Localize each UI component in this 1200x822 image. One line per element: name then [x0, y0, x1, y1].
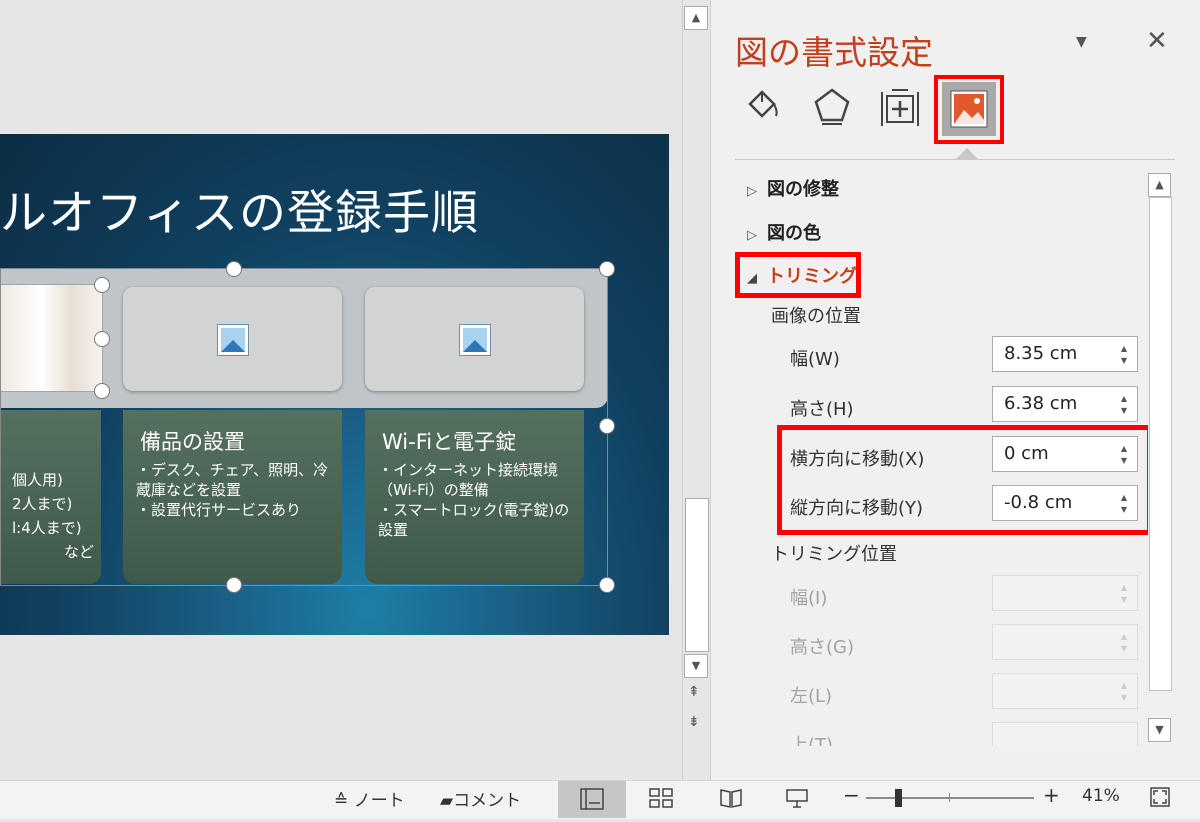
scroll-up-icon[interactable]: ▲ [1148, 173, 1171, 197]
slide-sorter-icon [649, 788, 673, 808]
normal-view-button[interactable] [558, 781, 626, 818]
spin-down-icon: ▼ [1120, 693, 1127, 702]
pane-title: 図の書式設定 [735, 33, 933, 72]
spin-up-icon[interactable]: ▲ [1121, 345, 1127, 353]
width-value[interactable]: 8.35 cm [1004, 343, 1077, 364]
spin-down-icon: ▼ [1120, 644, 1127, 653]
offset-y-spinner[interactable]: -0.8 cm ▲ ▼ [992, 485, 1138, 521]
active-tab-pointer [956, 148, 978, 159]
comments-button[interactable]: ▰コメント [440, 786, 521, 811]
slide-title[interactable]: ルオフィスの登録手順 [0, 174, 479, 243]
zoom-center-tick [949, 793, 950, 802]
notes-button[interactable]: ≙ ノート [334, 786, 405, 811]
size-properties-tab[interactable] [878, 86, 926, 134]
width-label: 幅(W) [790, 349, 840, 370]
fill-line-tab[interactable] [740, 86, 788, 134]
section-label: 図の修整 [767, 179, 839, 200]
slide-sorter-button[interactable] [648, 786, 674, 814]
pane-options-chevron-down-icon[interactable]: ▼ [1076, 34, 1087, 50]
close-icon[interactable]: ✕ [1146, 26, 1168, 56]
zoom-level[interactable]: 41% [1082, 786, 1120, 806]
effects-tab[interactable] [810, 86, 858, 134]
notes-label: ノート [353, 791, 405, 811]
collapse-triangle-icon: ◢ [747, 271, 757, 286]
zoom-slider-thumb[interactable] [895, 789, 902, 807]
crop-width-label: 幅(I) [790, 588, 828, 609]
resize-handle[interactable] [94, 277, 110, 293]
crop-position-heading: トリミング位置 [771, 544, 897, 565]
section-label: 図の色 [767, 223, 821, 244]
scroll-down-icon[interactable]: ▼ [1148, 718, 1171, 742]
spin-up-icon[interactable]: ▲ [1121, 494, 1127, 502]
crop-width-spinner: ▲ ▼ [992, 575, 1138, 611]
resize-handle[interactable] [226, 577, 242, 593]
notes-icon: ≙ [334, 791, 349, 811]
size-layout-icon [881, 89, 919, 126]
expand-triangle-icon: ▷ [747, 228, 757, 243]
image-position-heading: 画像の位置 [771, 306, 861, 327]
crop-height-label: 高さ(G) [790, 637, 854, 658]
pane-scroll-thumb[interactable] [1149, 197, 1172, 691]
resize-handle[interactable] [94, 331, 110, 347]
height-spinner[interactable]: 6.38 cm ▲ ▼ [992, 386, 1138, 422]
previous-slide-icon[interactable]: ⇞ [688, 684, 700, 700]
next-slide-icon[interactable]: ⇟ [688, 714, 700, 730]
scroll-down-icon[interactable]: ▼ [684, 654, 708, 678]
offset-y-label: 縦方向に移動(Y) [790, 498, 924, 519]
reading-view-icon [720, 789, 742, 808]
normal-view-icon [580, 788, 604, 810]
pane-divider [735, 159, 1175, 160]
spin-up-icon: ▲ [1120, 632, 1127, 641]
fit-to-window-button[interactable] [1149, 786, 1171, 812]
pane-clip: 上(T) [770, 722, 1150, 746]
resize-handle[interactable] [599, 418, 615, 434]
comment-icon: ▰ [440, 791, 454, 811]
section-picture-color[interactable]: ▷ 図の色 [747, 219, 821, 245]
spin-down-icon[interactable]: ▼ [1121, 407, 1127, 415]
height-label: 高さ(H) [790, 399, 854, 420]
width-spinner[interactable]: 8.35 cm ▲ ▼ [992, 336, 1138, 372]
resize-handle[interactable] [226, 261, 242, 277]
slideshow-icon [786, 789, 808, 808]
resize-handle[interactable] [599, 577, 615, 593]
slideshow-button[interactable] [784, 786, 810, 814]
reading-view-button[interactable] [718, 786, 744, 814]
fill-bucket-icon [748, 90, 778, 118]
spin-down-icon[interactable]: ▼ [1121, 506, 1127, 514]
spin-down-icon[interactable]: ▼ [1121, 357, 1127, 365]
section-label: トリミング [767, 266, 857, 287]
group-selection-box [0, 268, 608, 586]
offset-x-label: 横方向に移動(X) [790, 449, 925, 470]
scroll-up-icon[interactable]: ▲ [684, 6, 708, 30]
spin-up-icon[interactable]: ▲ [1121, 445, 1127, 453]
fit-window-icon [1150, 787, 1170, 807]
resize-handle[interactable] [599, 261, 615, 277]
scroll-thumb[interactable] [685, 498, 709, 652]
crop-top-label: 上(T) [790, 735, 834, 746]
section-crop[interactable]: ◢ トリミング [747, 262, 857, 288]
offset-y-value[interactable]: -0.8 cm [1004, 492, 1072, 513]
spin-up-icon[interactable]: ▲ [1121, 395, 1127, 403]
pentagon-effects-icon [814, 88, 850, 125]
zoom-out-button[interactable]: − [843, 783, 860, 807]
zoom-in-button[interactable]: + [1043, 783, 1060, 807]
crop-left-spinner: ▲ ▼ [992, 673, 1138, 709]
spin-down-icon[interactable]: ▼ [1121, 457, 1127, 465]
crop-top-spinner [992, 722, 1138, 746]
crop-height-spinner: ▲ ▼ [992, 624, 1138, 660]
zoom-slider-track[interactable] [866, 797, 1034, 799]
height-value[interactable]: 6.38 cm [1004, 393, 1077, 414]
offset-x-spinner[interactable]: 0 cm ▲ ▼ [992, 436, 1138, 472]
spin-down-icon: ▼ [1120, 595, 1127, 604]
crop-left-label: 左(L) [790, 686, 833, 707]
comments-label: コメント [453, 791, 522, 811]
resize-handle[interactable] [94, 383, 110, 399]
expand-triangle-icon: ▷ [747, 184, 757, 199]
picture-tab-highlight [934, 75, 1004, 144]
spin-up-icon: ▲ [1120, 681, 1127, 690]
section-picture-corrections[interactable]: ▷ 図の修整 [747, 175, 839, 201]
offset-x-value[interactable]: 0 cm [1004, 443, 1049, 464]
spin-up-icon: ▲ [1120, 583, 1127, 592]
